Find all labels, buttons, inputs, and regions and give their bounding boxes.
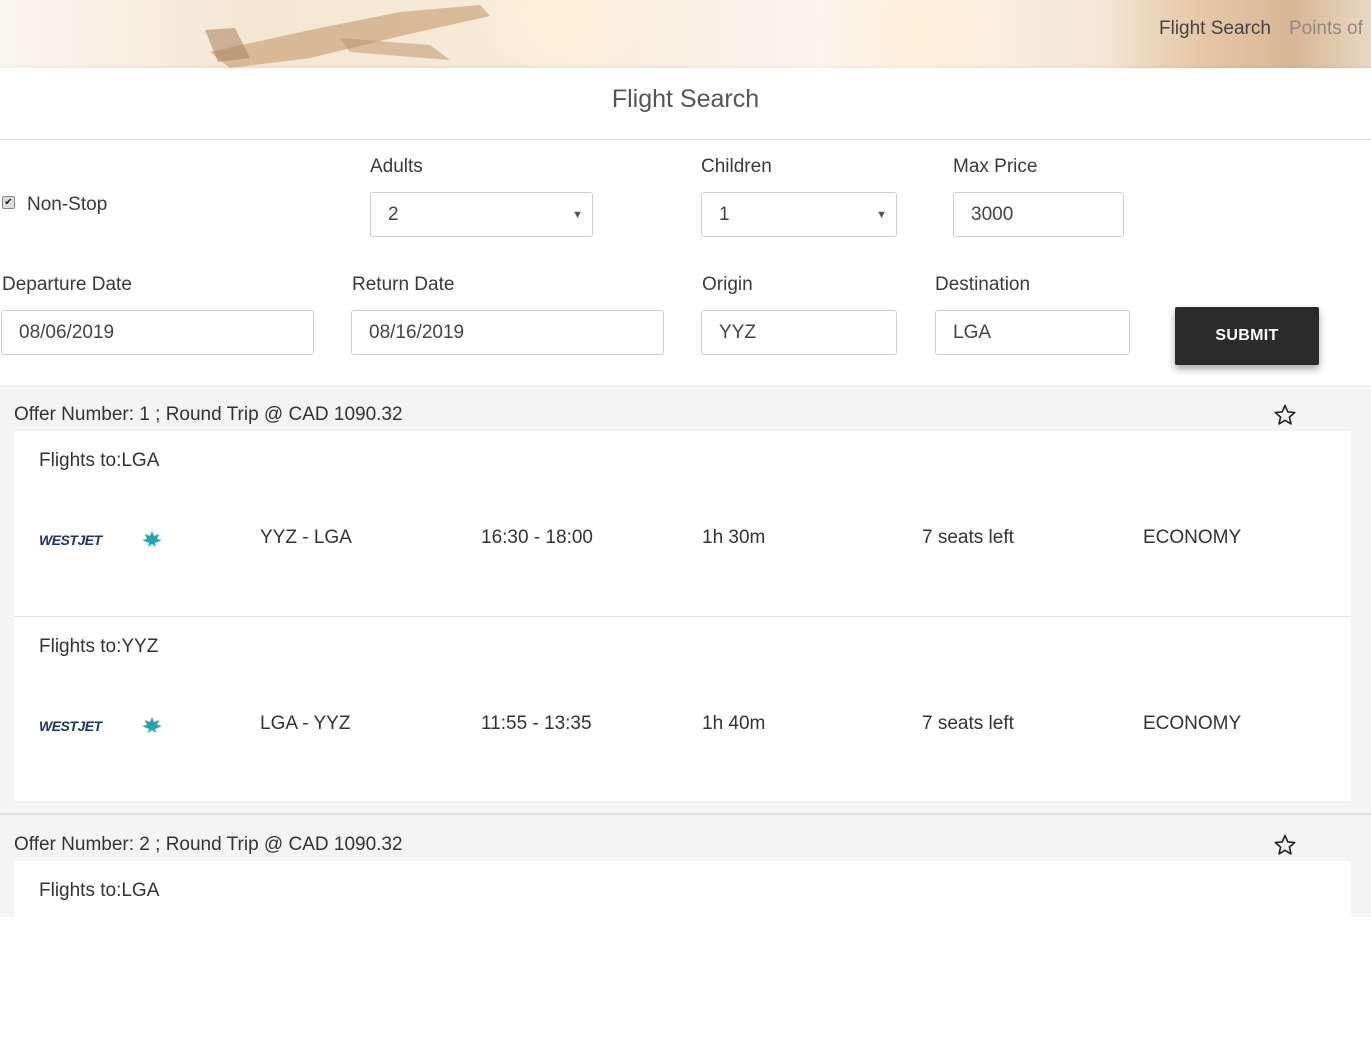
adults-label: Adults bbox=[370, 156, 423, 177]
logo-text: WESTJET bbox=[39, 532, 104, 548]
leg-title: Flights to:LGA bbox=[39, 450, 160, 471]
hero-light-glow bbox=[820, 0, 1020, 68]
chevron-down-icon: ▼ bbox=[876, 209, 887, 221]
leg-title: Flights to:LGA bbox=[39, 880, 160, 901]
results-area: Offer Number: 1 ; Round Trip @ CAD 1090.… bbox=[0, 385, 1371, 921]
seats-left: 7 seats left bbox=[922, 713, 1014, 734]
panel-title: Flight Search bbox=[0, 68, 1371, 140]
max-price-label: Max Price bbox=[953, 156, 1038, 177]
checkmark-icon: ✔ bbox=[4, 197, 13, 208]
children-label: Children bbox=[701, 156, 772, 177]
flight-leg: Flights to:LGA WESTJET YYZ - LGA 16:30 -… bbox=[14, 431, 1351, 617]
destination-input[interactable]: LGA bbox=[935, 310, 1130, 355]
times: 16:30 - 18:00 bbox=[481, 527, 593, 548]
offer-title: Offer Number: 2 ; Round Trip @ CAD 1090.… bbox=[14, 834, 403, 855]
route: LGA - YYZ bbox=[260, 713, 351, 734]
star-outline-icon[interactable] bbox=[1273, 833, 1297, 857]
airplane-image bbox=[205, 5, 490, 68]
route: YYZ - LGA bbox=[260, 527, 352, 548]
offer-legs-card: Flights to:LGA bbox=[14, 861, 1351, 921]
logo-text: WESTJET bbox=[39, 718, 104, 734]
departure-date-input[interactable]: 08/06/2019 bbox=[1, 310, 314, 355]
nav-flight-search[interactable]: Flight Search bbox=[1159, 18, 1271, 40]
offer-legs-card: Flights to:LGA WESTJET YYZ - LGA 16:30 -… bbox=[14, 431, 1351, 801]
maple-leaf-icon bbox=[142, 531, 162, 547]
return-date-input[interactable]: 08/16/2019 bbox=[351, 310, 664, 355]
hero-banner: Flight Search Points of bbox=[0, 0, 1371, 68]
submit-button[interactable]: SUBMIT bbox=[1175, 307, 1319, 365]
nonstop-label: Non-Stop bbox=[27, 194, 108, 215]
times: 11:55 - 13:35 bbox=[481, 713, 592, 734]
origin-input[interactable]: YYZ bbox=[701, 310, 897, 355]
flight-leg: Flights to:LGA bbox=[14, 861, 1351, 1047]
star-outline-icon[interactable] bbox=[1273, 403, 1297, 427]
adults-value: 2 bbox=[388, 204, 399, 225]
offer-divider bbox=[0, 813, 1371, 815]
origin-label: Origin bbox=[702, 274, 753, 295]
westjet-logo: WESTJET bbox=[39, 717, 162, 734]
duration: 1h 40m bbox=[702, 713, 766, 734]
return-date-label: Return Date bbox=[352, 274, 455, 295]
nav-points-of[interactable]: Points of bbox=[1289, 18, 1363, 40]
offer-title: Offer Number: 1 ; Round Trip @ CAD 1090.… bbox=[14, 404, 403, 425]
seats-left: 7 seats left bbox=[922, 527, 1014, 548]
westjet-logo: WESTJET bbox=[39, 531, 162, 548]
maple-leaf-icon bbox=[142, 717, 162, 733]
top-nav: Flight Search Points of bbox=[1159, 18, 1371, 40]
cabin-class: ECONOMY bbox=[1143, 527, 1242, 548]
flight-leg: Flights to:YYZ WESTJET LGA - YYZ 11:55 -… bbox=[14, 616, 1351, 803]
duration: 1h 30m bbox=[702, 527, 766, 548]
children-value: 1 bbox=[719, 204, 730, 225]
cabin-class: ECONOMY bbox=[1143, 713, 1242, 734]
chevron-down-icon: ▼ bbox=[572, 209, 583, 221]
max-price-input[interactable]: 3000 bbox=[953, 192, 1124, 237]
nonstop-checkbox[interactable]: ✔ bbox=[2, 196, 15, 209]
leg-title: Flights to:YYZ bbox=[39, 636, 159, 657]
departure-date-label: Departure Date bbox=[2, 274, 132, 295]
children-select[interactable]: 1 ▼ bbox=[701, 192, 897, 237]
destination-label: Destination bbox=[935, 274, 1031, 295]
adults-select[interactable]: 2 ▼ bbox=[370, 192, 593, 237]
